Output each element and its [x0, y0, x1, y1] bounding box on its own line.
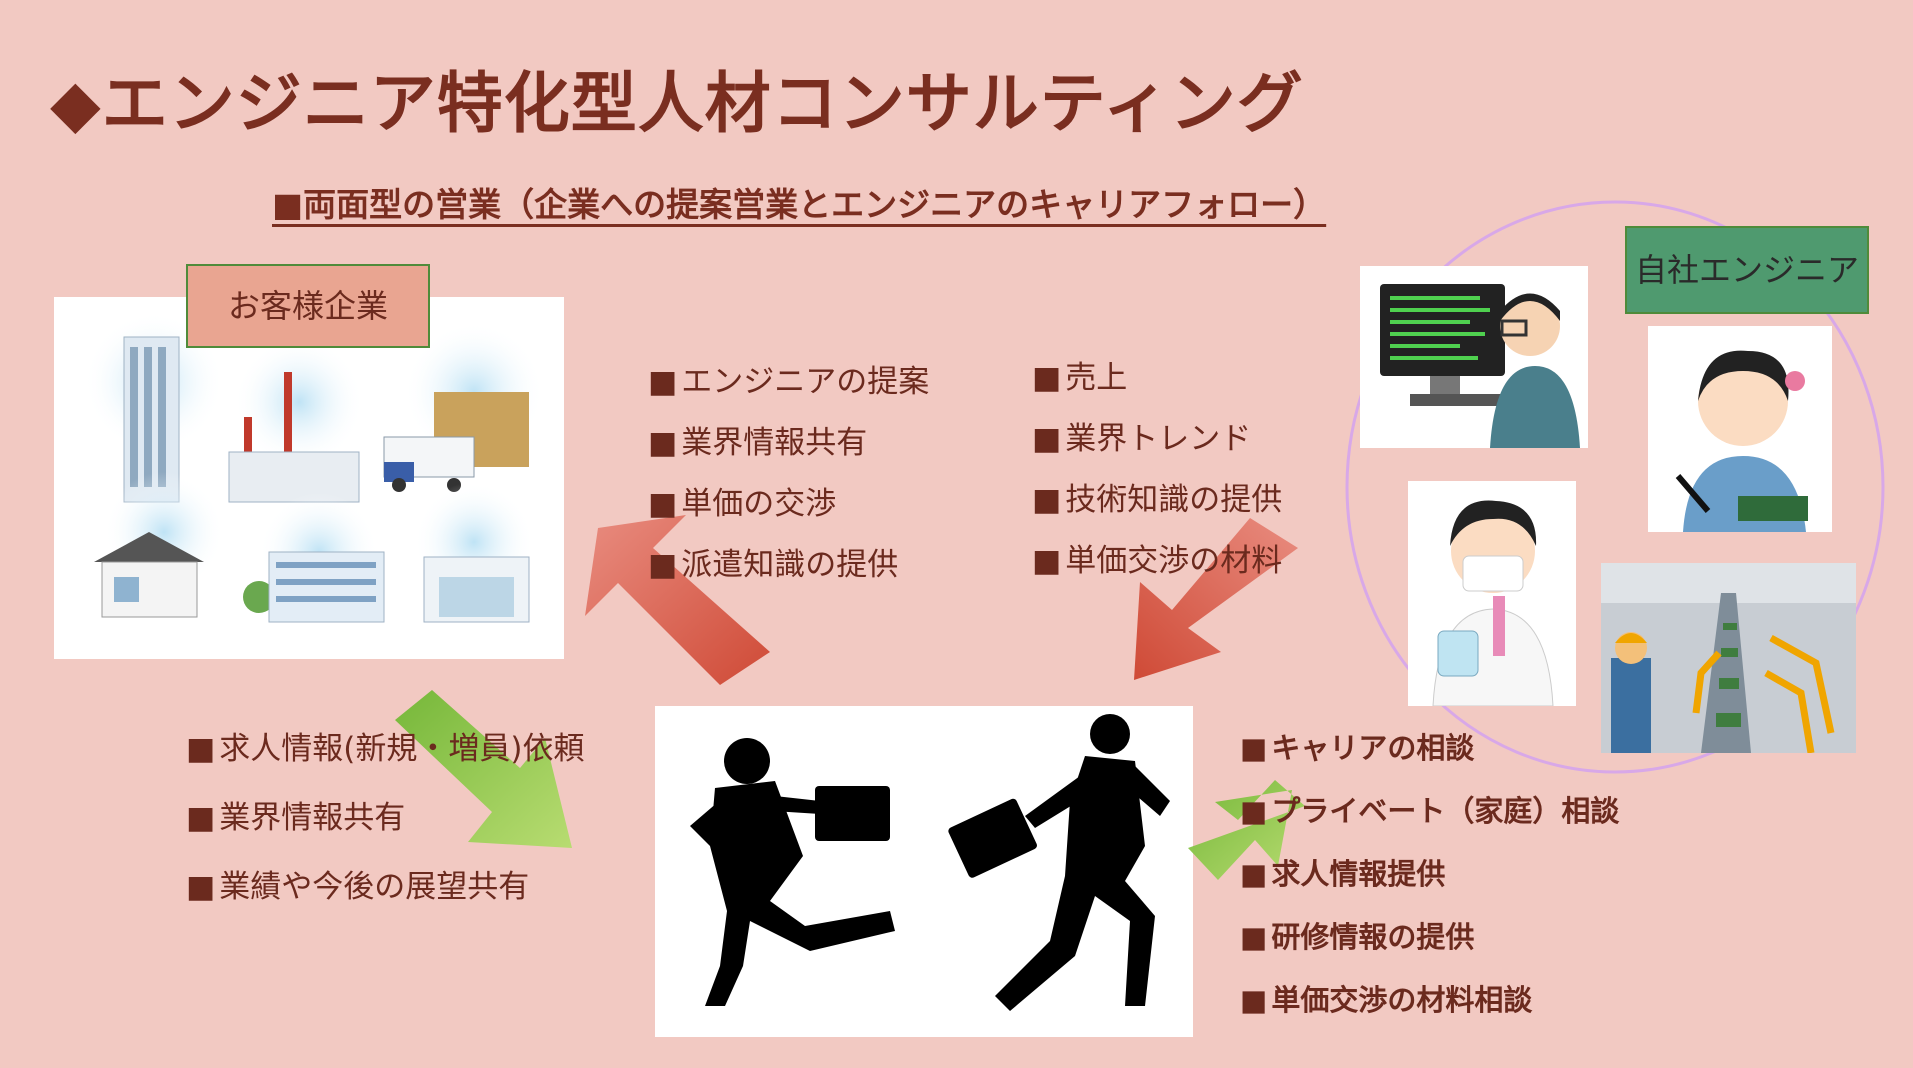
list-item: 単価の交渉 — [648, 474, 929, 535]
list-item: 単価交渉の材料 — [1032, 531, 1282, 592]
list-item: 求人情報(新規・増員)依頼 — [186, 715, 584, 784]
list-item: 技術知識の提供 — [1032, 470, 1282, 531]
list-item: 業界情報共有 — [186, 784, 584, 853]
list-item: 売上 — [1032, 348, 1282, 409]
list-item: プライベート（家庭）相談 — [1240, 780, 1619, 843]
list-from-customer: 売上 業界トレンド 技術知識の提供 単価交渉の材料 — [1032, 348, 1282, 592]
list-item: 求人情報提供 — [1240, 843, 1619, 906]
list-to-customer: エンジニアの提案 業界情報共有 単価の交渉 派遣知識の提供 — [648, 352, 929, 596]
list-item: 業界情報共有 — [648, 413, 929, 474]
list-item: 業績や今後の展望共有 — [186, 853, 584, 922]
list-item: 研修情報の提供 — [1240, 906, 1619, 969]
list-customer-requests: 求人情報(新規・増員)依頼 業界情報共有 業績や今後の展望共有 — [186, 715, 584, 922]
list-item: エンジニアの提案 — [648, 352, 929, 413]
list-item: 業界トレンド — [1032, 409, 1282, 470]
list-item: 派遣知識の提供 — [648, 535, 929, 596]
list-item: 単価交渉の材料相談 — [1240, 969, 1619, 1032]
list-engineer-support: キャリアの相談 プライベート（家庭）相談 求人情報提供 研修情報の提供 単価交渉… — [1240, 717, 1619, 1032]
list-item: キャリアの相談 — [1240, 717, 1619, 780]
